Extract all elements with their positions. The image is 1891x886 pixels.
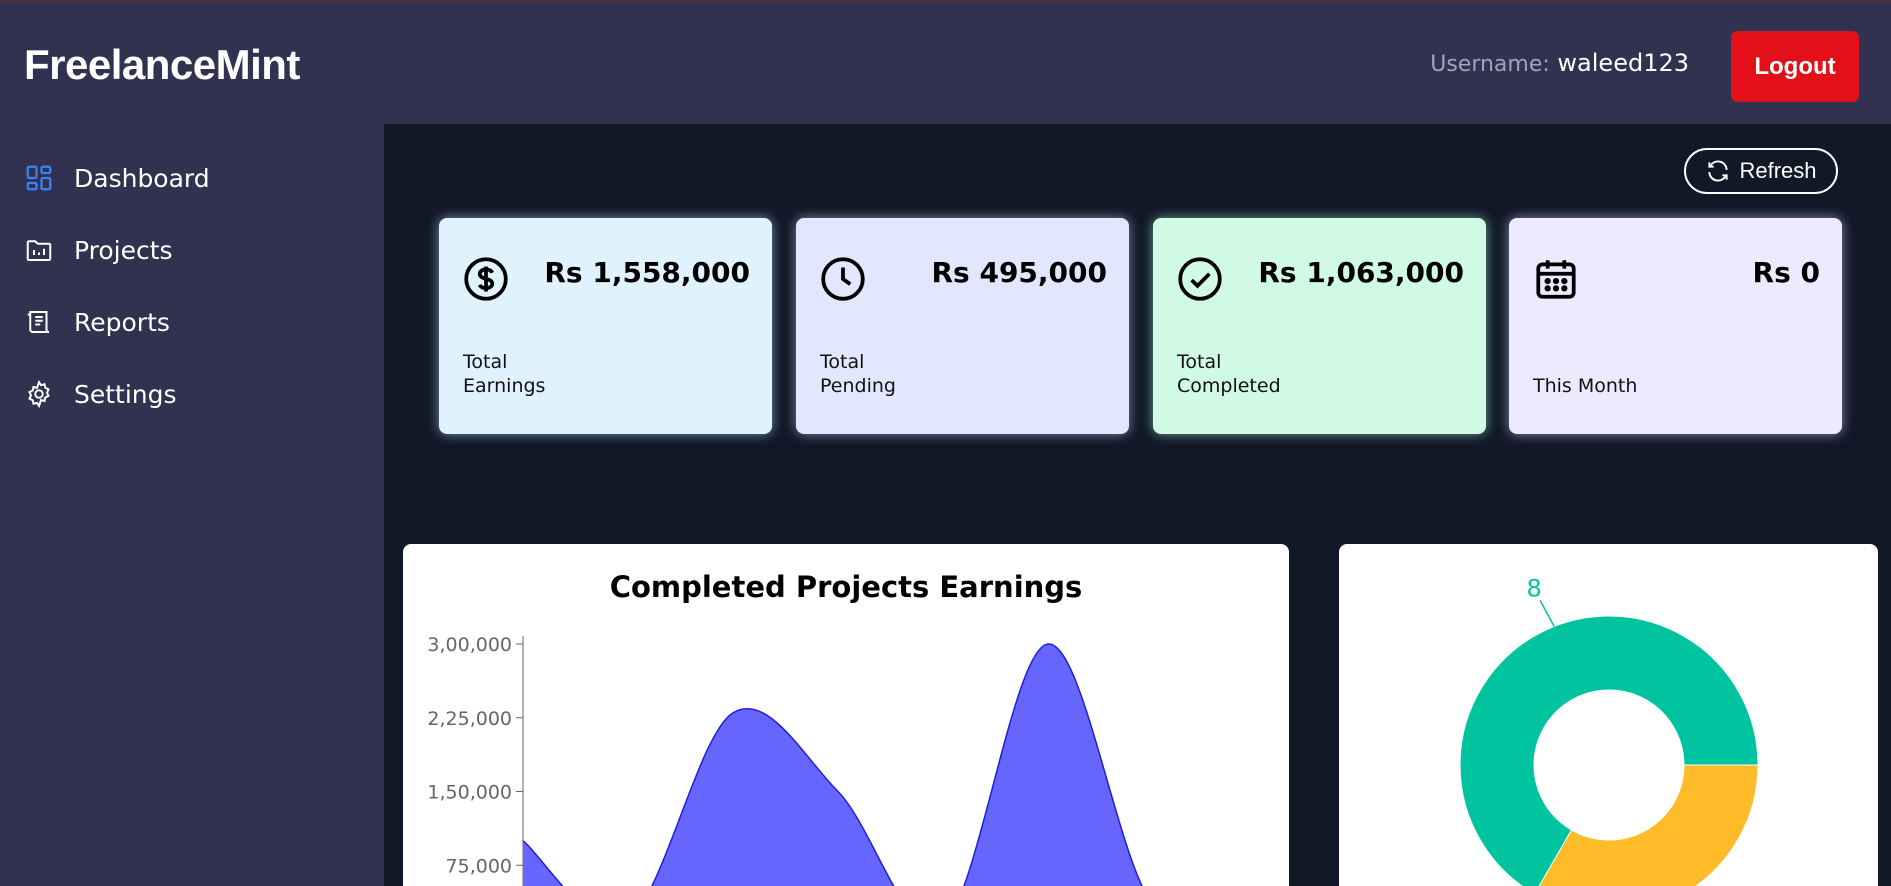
stat-label: Total Earnings — [463, 351, 546, 397]
dollar-circle-icon — [464, 257, 508, 301]
y-tick-label: 3,00,000 — [427, 634, 512, 656]
refresh-label: Refresh — [1739, 158, 1817, 183]
check-circle-icon — [1178, 257, 1222, 301]
gear-icon — [28, 379, 50, 409]
donut-slice — [1538, 764, 1759, 886]
project-status-donut-panel: 8 — [1339, 544, 1878, 886]
y-tick-label: 75,000 — [446, 855, 512, 877]
stat-card-total-pending: Rs 495,000 Total Pending — [796, 218, 1129, 434]
folder-chart-icon — [26, 240, 52, 261]
stat-label: Total Pending — [820, 351, 896, 397]
logout-button[interactable]: Logout — [1731, 31, 1859, 102]
calendar-icon — [1536, 260, 1576, 299]
slice-value-label: 8 — [1527, 574, 1542, 602]
sidebar-item-label: Reports — [74, 307, 170, 337]
stat-value: Rs 1,558,000 — [544, 256, 750, 289]
username-value: waleed123 — [1557, 49, 1689, 77]
completed-earnings-chart-panel: Completed Projects Earnings 75,000 1,50,0… — [403, 544, 1289, 886]
donut-chart: 8 — [1459, 574, 1759, 886]
sidebar-item-label: Projects — [74, 235, 173, 265]
refresh-icon — [1708, 160, 1729, 182]
stat-value: Rs 0 — [1752, 256, 1820, 289]
stat-value: Rs 495,000 — [931, 256, 1107, 289]
sidebar-item-label: Dashboard — [74, 163, 210, 193]
stat-card-total-earnings: Rs 1,558,000 Total Earnings — [439, 218, 772, 434]
stat-value: Rs 1,063,000 — [1258, 256, 1464, 289]
y-tick-label: 2,25,000 — [427, 708, 512, 730]
stat-card-total-completed: Rs 1,063,000 Total Completed — [1153, 218, 1486, 434]
app-brand: FreelanceMint — [24, 41, 300, 88]
stat-label: This Month — [1533, 375, 1638, 397]
sidebar-item-settings[interactable]: Settings — [24, 379, 177, 409]
sidebar-item-dashboard[interactable]: Dashboard — [24, 163, 210, 193]
earnings-line — [522, 643, 1143, 886]
stat-label: Total Completed — [1177, 351, 1281, 397]
sidebar: Dashboard Projects Reports Settings — [0, 124, 384, 886]
earnings-area — [523, 643, 1143, 886]
area-chart: 75,000 1,50,000 2,25,000 3,00,000 — [427, 634, 1143, 886]
y-tick-label: 1,50,000 — [427, 782, 512, 804]
sidebar-item-reports[interactable]: Reports — [24, 307, 170, 337]
sidebar-item-projects[interactable]: Projects — [24, 235, 173, 265]
stat-card-this-month: Rs 0 This Month — [1509, 218, 1842, 434]
refresh-button[interactable]: Refresh — [1684, 148, 1838, 194]
clock-icon — [821, 257, 865, 301]
report-scroll-icon — [27, 311, 50, 333]
top-bar: FreelanceMint Username: waleed123 Logout — [0, 0, 1891, 124]
username-label: Username: — [1430, 52, 1550, 77]
sidebar-item-label: Settings — [74, 379, 177, 409]
slice-label-leader — [1539, 600, 1555, 627]
dashboard-icon — [26, 165, 52, 191]
user-info: Username: waleed123 — [1430, 49, 1689, 77]
